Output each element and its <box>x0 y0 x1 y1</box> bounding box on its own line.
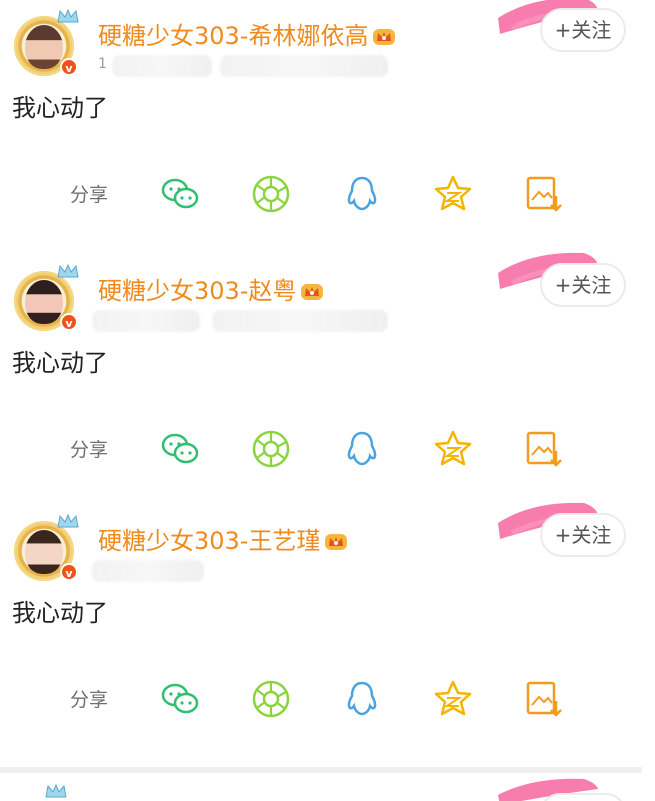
post-text: 我心动了 <box>12 599 108 627</box>
follow-button-partial[interactable] <box>540 793 626 801</box>
username[interactable]: 硬糖少女303-王艺瑾 <box>98 521 348 556</box>
post-text: 我心动了 <box>12 94 108 122</box>
qq-icon[interactable] <box>340 172 384 216</box>
avatar[interactable]: v <box>12 513 80 583</box>
username-text[interactable]: 硬糖少女303-希林娜依高 <box>98 22 368 50</box>
post-meta-text: 1 <box>98 56 107 72</box>
crown-icon <box>57 8 79 23</box>
username[interactable]: 硬糖少女303-希林娜依高 <box>98 16 396 51</box>
follow-button[interactable]: +关注 <box>540 263 626 307</box>
post-card: v 硬糖少女303-希林娜依高 1 +关注 我心动了 分享 <box>0 0 655 250</box>
qq-icon[interactable] <box>340 427 384 471</box>
avatar-image <box>25 280 63 324</box>
post-meta-blurred <box>92 560 204 582</box>
save-image-icon[interactable] <box>522 427 566 471</box>
avatar[interactable]: v <box>12 263 80 333</box>
wechat-icon[interactable] <box>158 172 202 216</box>
share-row: 分享 <box>0 162 655 222</box>
moments-icon[interactable] <box>249 677 293 721</box>
follow-button[interactable]: +关注 <box>540 513 626 557</box>
share-label: 分享 <box>70 439 109 461</box>
qq-icon[interactable] <box>340 677 384 721</box>
save-image-icon[interactable] <box>522 677 566 721</box>
post-meta-blurred <box>112 55 212 77</box>
verified-badge-icon: v <box>60 563 78 581</box>
wechat-icon[interactable] <box>158 677 202 721</box>
favorite-icon[interactable] <box>431 172 475 216</box>
follow-button[interactable]: +关注 <box>540 8 626 52</box>
vip-crown-icon <box>325 534 348 550</box>
next-post-peek <box>0 773 655 801</box>
share-label: 分享 <box>70 689 109 711</box>
post-card: v 硬糖少女303-王艺瑾 +关注 我心动了 分享 <box>0 502 655 755</box>
crown-icon <box>57 513 79 528</box>
post-text: 我心动了 <box>12 349 108 377</box>
favorite-icon[interactable] <box>431 677 475 721</box>
post-meta-blurred <box>220 55 388 77</box>
avatar[interactable]: v <box>12 8 80 78</box>
moments-icon[interactable] <box>249 427 293 471</box>
post-card: v 硬糖少女303-赵粤 +关注 我心动了 分享 <box>0 252 655 505</box>
post-meta-blurred <box>92 310 200 332</box>
verified-badge-icon: v <box>60 58 78 76</box>
vip-crown-icon <box>301 284 324 300</box>
moments-icon[interactable] <box>249 172 293 216</box>
save-image-icon[interactable] <box>522 172 566 216</box>
username-text[interactable]: 硬糖少女303-赵粤 <box>98 277 296 305</box>
avatar-image <box>25 530 63 574</box>
username[interactable]: 硬糖少女303-赵粤 <box>98 271 324 306</box>
vip-crown-icon <box>373 29 396 45</box>
verified-badge-icon: v <box>60 313 78 331</box>
crown-icon <box>57 263 79 278</box>
share-label: 分享 <box>70 184 109 206</box>
crown-icon <box>45 783 67 798</box>
share-row: 分享 <box>0 417 655 477</box>
share-row: 分享 <box>0 667 655 727</box>
favorite-icon[interactable] <box>431 427 475 471</box>
wechat-icon[interactable] <box>158 427 202 471</box>
post-meta-blurred <box>212 310 388 332</box>
username-text[interactable]: 硬糖少女303-王艺瑾 <box>98 527 320 555</box>
avatar-image <box>25 25 63 69</box>
